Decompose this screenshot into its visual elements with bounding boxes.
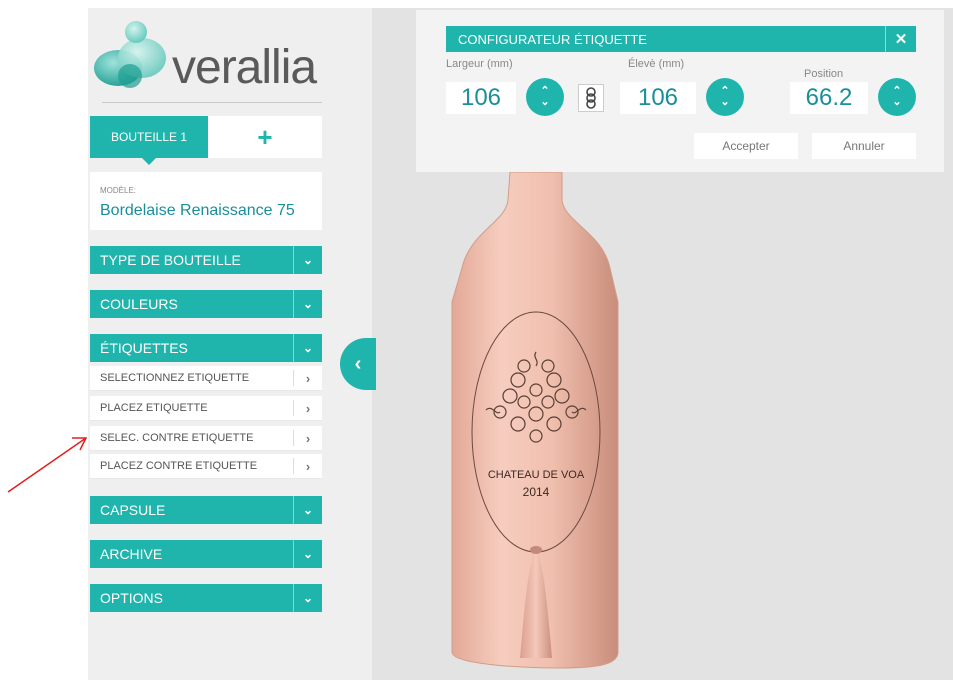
divider: [102, 102, 322, 103]
submenu-label: SELEC. CONTRE ETIQUETTE: [100, 432, 254, 444]
brand-logo: verallia: [88, 18, 372, 108]
submenu-item-selectionnez-etiquette[interactable]: SELECTIONNEZ ETIQUETTE ›: [90, 366, 322, 391]
submenu-label: PLACEZ CONTRE ETIQUETTE: [100, 460, 258, 472]
chevron-right-icon: ›: [293, 400, 322, 416]
menu-label: TYPE DE BOUTEILLE: [100, 252, 241, 268]
chevron-down-icon: ⌄: [293, 246, 322, 274]
annotation-arrow: [0, 420, 100, 505]
menu-label: ARCHIVE: [100, 546, 163, 562]
tab-bouteille-1[interactable]: BOUTEILLE 1: [90, 116, 208, 165]
chevron-down-icon: ⌄: [293, 334, 322, 362]
position-label: Position: [804, 68, 844, 80]
eleve-stepper[interactable]: ⌃ ⌄: [706, 78, 744, 116]
sidebar: verallia BOUTEILLE 1 + MODÈLE: Bordelais…: [88, 8, 372, 680]
menu-label: OPTIONS: [100, 590, 164, 606]
menu-type-de-bouteille[interactable]: TYPE DE BOUTEILLE ⌄: [90, 246, 322, 274]
largeur-input[interactable]: 106: [446, 82, 516, 114]
red-arrow-icon: [7, 437, 88, 493]
model-value: Bordelaise Renaissance 75: [100, 202, 295, 219]
submenu-item-placez-contre-etiquette[interactable]: PLACEZ CONTRE ETIQUETTE ›: [90, 454, 322, 479]
model-caption: MODÈLE:: [100, 186, 137, 195]
chevron-right-icon: ›: [293, 430, 322, 446]
chevron-down-icon: ⌄: [293, 540, 322, 568]
chevron-down-icon: ⌄: [293, 584, 322, 612]
largeur-stepper[interactable]: ⌃ ⌄: [526, 78, 564, 116]
configurator-title: CONFIGURATEUR ÉTIQUETTE: [458, 32, 647, 47]
chevron-down-icon: ⌄: [293, 496, 322, 524]
chain-link-icon[interactable]: [578, 84, 604, 112]
chevron-left-icon: ‹: [354, 352, 362, 375]
menu-options[interactable]: OPTIONS ⌄: [90, 584, 322, 612]
chevron-right-icon: ›: [293, 458, 322, 474]
menu-couleurs[interactable]: COULEURS ⌄: [90, 290, 322, 318]
menu-archive[interactable]: ARCHIVE ⌄: [90, 540, 322, 568]
chevron-down-icon: ⌄: [293, 290, 322, 318]
submenu-item-placez-etiquette[interactable]: PLACEZ ETIQUETTE ›: [90, 396, 322, 421]
close-icon[interactable]: ✕: [885, 26, 916, 52]
bottle-image: CHATEAU DE VOA 2014: [451, 171, 619, 669]
menu-capsule[interactable]: CAPSULE ⌄: [90, 496, 322, 524]
chain-glyph: [586, 87, 596, 109]
menu-label: COULEURS: [100, 296, 178, 312]
position-input[interactable]: 66.2: [790, 82, 868, 114]
label-configurator: CONFIGURATEUR ÉTIQUETTE ✕ Largeur (mm) 1…: [416, 10, 944, 172]
accept-button[interactable]: Accepter: [694, 133, 798, 159]
configurator-header: CONFIGURATEUR ÉTIQUETTE ✕: [446, 26, 916, 52]
menu-label: CAPSULE: [100, 502, 166, 518]
menu-label: ÉTIQUETTES: [100, 340, 188, 356]
cancel-button[interactable]: Annuler: [812, 133, 916, 159]
label-text-line1: CHATEAU DE VOA: [488, 469, 585, 481]
submenu-label: PLACEZ ETIQUETTE: [100, 402, 208, 414]
bottle-preview: CHATEAU DE VOA 2014: [440, 171, 680, 677]
eleve-label: Élevè (mm): [628, 58, 685, 70]
model-panel: MODÈLE: Bordelaise Renaissance 75: [90, 172, 322, 230]
logo-icon: [94, 21, 166, 88]
submenu-item-selec-contre-etiquette[interactable]: SELEC. CONTRE ETIQUETTE ›: [90, 426, 322, 451]
eleve-input[interactable]: 106: [620, 82, 696, 114]
position-stepper[interactable]: ⌃ ⌄: [878, 78, 916, 116]
submenu-label: SELECTIONNEZ ETIQUETTE: [100, 372, 250, 384]
add-bottle-button[interactable]: +: [208, 116, 322, 158]
brand-name: verallia: [172, 41, 317, 94]
largeur-label: Largeur (mm): [446, 58, 513, 70]
chevron-right-icon: ›: [293, 370, 322, 386]
label-text-line2: 2014: [523, 485, 550, 499]
menu-etiquettes[interactable]: ÉTIQUETTES ⌄: [90, 334, 322, 362]
